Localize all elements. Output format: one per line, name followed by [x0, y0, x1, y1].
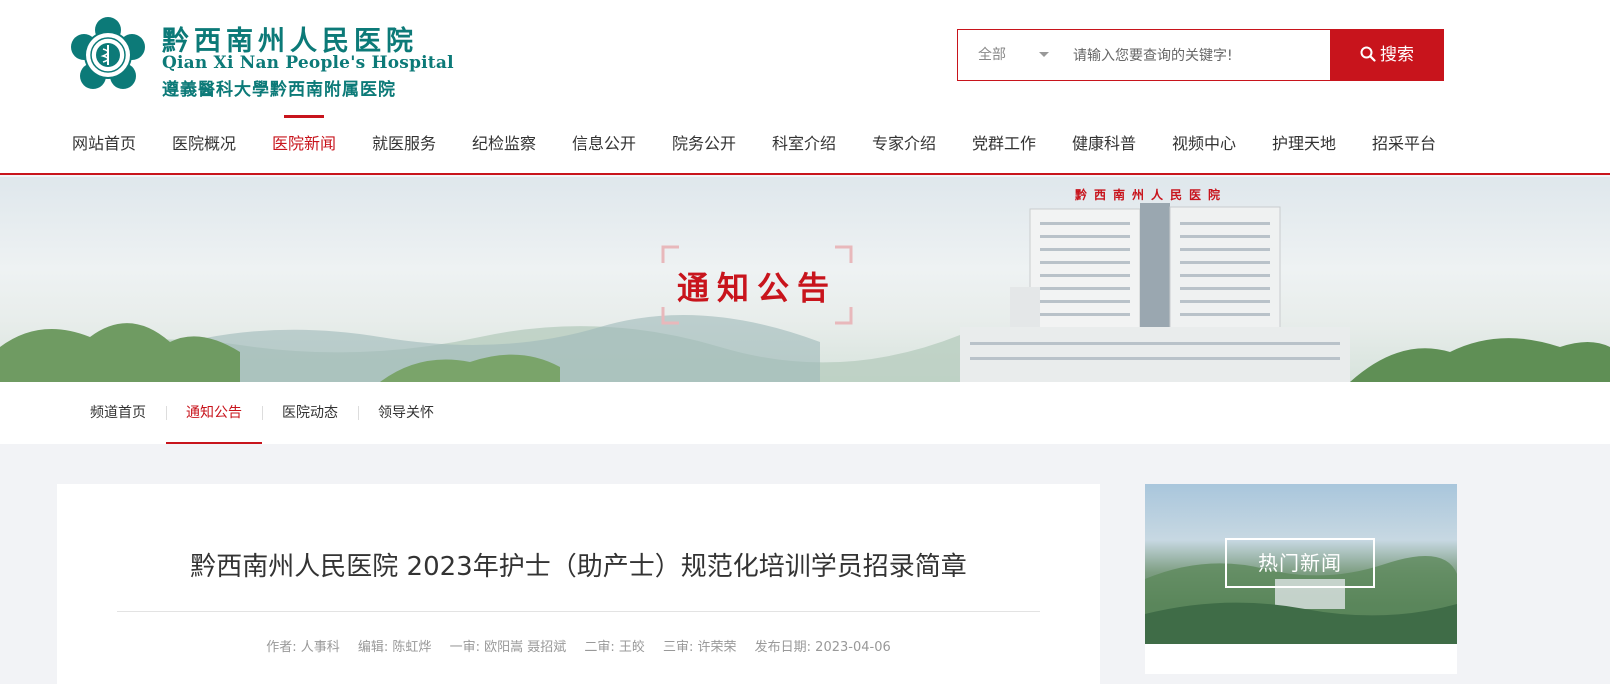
nav-item-discipline[interactable]: 纪检监察: [454, 115, 554, 173]
nav-item-procurement[interactable]: 招采平台: [1354, 115, 1454, 173]
hospital-name-en: Qian Xi Nan People's Hospital: [162, 53, 454, 73]
nav-item-departments[interactable]: 科室介绍: [754, 115, 854, 173]
meta-publish-date: 发布日期: 2023-04-06: [754, 640, 891, 655]
nav-item-news[interactable]: 医院新闻: [254, 115, 354, 173]
article-meta: 作者: 人事科 编辑: 陈虹烨 一审: 欧阳嵩 聂招斌 二审: 王皎 三审: 许…: [57, 636, 1100, 655]
nav-item-nursing[interactable]: 护理天地: [1254, 115, 1354, 173]
article-panel: 黔西南州人民医院 2023年护士（助产士）规范化培训学员招录简章 作者: 人事科…: [57, 484, 1100, 684]
subnav-item-channel-home[interactable]: 频道首页: [70, 382, 166, 444]
hospital-logo[interactable]: 黔西南州人民医院 Qian Xi Nan People's Hospital 遵…: [70, 17, 454, 100]
nav-item-services[interactable]: 就医服务: [354, 115, 454, 173]
banner-title-frame: 通知公告: [661, 245, 853, 325]
hot-news-list: [1145, 644, 1457, 674]
nav-item-video[interactable]: 视频中心: [1154, 115, 1254, 173]
nav-item-overview[interactable]: 医院概况: [154, 115, 254, 173]
search-icon: [1360, 46, 1376, 62]
site-header: 黔西南州人民医院 Qian Xi Nan People's Hospital 遵…: [0, 0, 1610, 116]
search-button-label: 搜索: [1380, 45, 1414, 65]
channel-subnav: 频道首页 通知公告 医院动态 领导关怀: [0, 382, 1610, 444]
article-divider: [117, 611, 1040, 612]
hospital-emblem-icon: [71, 17, 145, 89]
subnav-item-notices[interactable]: 通知公告: [166, 382, 262, 444]
hospital-affiliation: 遵義醫科大學黔西南附属医院: [162, 80, 396, 100]
hospital-building: [960, 203, 1350, 382]
hot-news-header: 热门新闻: [1145, 484, 1457, 644]
search-button[interactable]: 搜索: [1330, 29, 1444, 81]
search-scope-label: 全部: [978, 47, 1006, 63]
nav-item-experts[interactable]: 专家介绍: [854, 115, 954, 173]
nav-item-info-disclosure[interactable]: 信息公开: [554, 115, 654, 173]
nav-item-health-science[interactable]: 健康科普: [1054, 115, 1154, 173]
meta-editor: 编辑: 陈虹烨: [357, 640, 432, 655]
meta-review-1: 一审: 欧阳嵩 聂招斌: [449, 640, 567, 655]
meta-author: 作者: 人事科: [266, 640, 340, 655]
search-input[interactable]: [1071, 40, 1305, 72]
search-bar: 全部 搜索: [957, 29, 1444, 81]
meta-review-2: 二审: 王皎: [584, 640, 645, 655]
page-banner: 黔西南州人民医院 通知公告: [0, 177, 1610, 382]
nav-item-affairs[interactable]: 院务公开: [654, 115, 754, 173]
nav-item-home[interactable]: 网站首页: [54, 115, 154, 173]
nav-item-party[interactable]: 党群工作: [954, 115, 1054, 173]
subnav-item-leadership-care[interactable]: 领导关怀: [358, 382, 454, 444]
banner-title: 通知公告: [676, 269, 837, 307]
search-scope-select[interactable]: 全部: [978, 30, 1049, 80]
article-title: 黔西南州人民医院 2023年护士（助产士）规范化培训学员招录简章: [190, 552, 967, 582]
hot-news-title[interactable]: 热门新闻: [1225, 538, 1375, 588]
subnav-item-hospital-news[interactable]: 医院动态: [262, 382, 358, 444]
meta-review-3: 三审: 许荣荣: [663, 640, 737, 655]
building-sign: 黔西南州人民医院: [1075, 188, 1228, 202]
main-nav: 网站首页 医院概况 医院新闻 就医服务 纪检监察 信息公开 院务公开 科室介绍 …: [0, 115, 1610, 175]
chevron-down-icon: [1039, 52, 1049, 57]
